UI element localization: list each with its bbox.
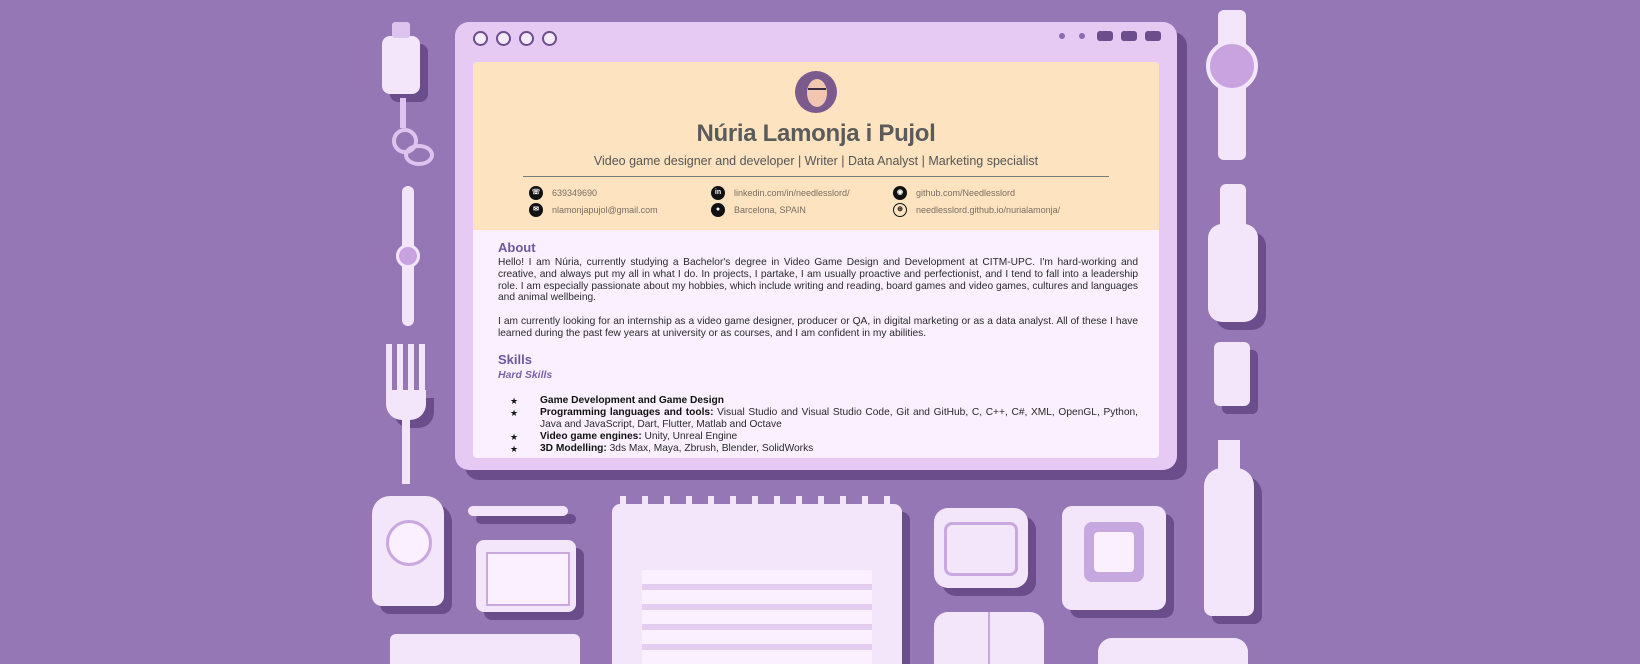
watch-illustration	[1204, 10, 1260, 160]
star-bullet-icon: ★	[510, 443, 519, 454]
list-item: ★ 3D Modelling: 3ds Max, Maya, Zbrush, Bl…	[510, 442, 814, 454]
header-divider	[523, 176, 1109, 177]
list-item: ★ Game Development and Game Design	[510, 394, 724, 406]
monitor-window: Núria Lamonja i Pujol Video game designe…	[455, 22, 1177, 470]
list-item: ★ Programming languages and tools: Visual…	[510, 406, 1138, 430]
email-icon: ✉	[529, 203, 543, 217]
contact-email-text: nlamonjapujol@gmail.com	[552, 205, 658, 215]
contact-phone-text: 639349690	[552, 188, 598, 198]
contact-linkedin[interactable]: in linkedin.com/in/needlesslord/	[711, 186, 850, 200]
contact-location: ● Barcelona, SPAIN	[711, 203, 806, 217]
cv-screen: Núria Lamonja i Pujol Video game designe…	[473, 62, 1159, 458]
contact-phone[interactable]: ☏ 639349690	[529, 186, 597, 200]
cup-illustration	[934, 508, 1028, 588]
usb-stick-illustration	[382, 22, 420, 94]
contact-linkedin-text: linkedin.com/in/needlesslord/	[734, 188, 850, 198]
hard-skills-list: ★ Game Development and Game Design ★ Progr…	[498, 395, 1138, 455]
pen-illustration	[396, 186, 420, 326]
profile-subtitle: Video game designer and developer | Writ…	[593, 154, 1039, 168]
list-item: ★ Video game engines: Unity, Unreal Engin…	[510, 430, 738, 442]
contact-github-text: github.com/Needlesslord	[916, 188, 1016, 198]
keyboard-notebook-illustration	[612, 504, 902, 664]
cv-body: About Hello! I am Núria, currently study…	[498, 240, 1138, 455]
bottle-illustration	[1208, 184, 1258, 322]
github-icon: ◉	[893, 186, 907, 200]
window-control-2[interactable]	[1121, 31, 1137, 41]
window-dot-1[interactable]	[473, 31, 488, 46]
about-paragraph-1: Hello! I am Núria, currently studying a …	[498, 257, 1138, 304]
window-dot-2[interactable]	[496, 31, 511, 46]
drink-bottle-illustration	[1204, 440, 1254, 616]
chain-cable-illustration	[386, 98, 434, 168]
star-bullet-icon: ★	[510, 407, 519, 418]
window-indicator-1	[1059, 33, 1065, 39]
window-dot-3[interactable]	[519, 31, 534, 46]
window-control-3[interactable]	[1145, 31, 1161, 41]
notebook-ring-illustration	[620, 496, 894, 516]
location-icon: ●	[711, 203, 725, 217]
gamepad-illustration	[1098, 638, 1248, 664]
window-control-1[interactable]	[1097, 31, 1113, 41]
window-indicator-2	[1079, 33, 1085, 39]
fork-illustration	[386, 344, 426, 484]
hard-skills-subheading: Hard Skills	[498, 368, 553, 381]
globe-icon: ⊕	[893, 203, 907, 217]
lighter-illustration	[1214, 342, 1250, 416]
mouse-illustration	[934, 612, 1044, 664]
star-bullet-icon: ★	[510, 431, 519, 442]
linkedin-icon: in	[711, 186, 725, 200]
box-illustration	[390, 634, 580, 664]
contact-email[interactable]: ✉ nlamonjapujol@gmail.com	[529, 203, 658, 217]
cv-header: Núria Lamonja i Pujol Video game designe…	[473, 62, 1159, 230]
about-heading: About	[498, 240, 536, 255]
phone-icon: ☏	[529, 186, 543, 200]
tablet-illustration	[476, 540, 576, 612]
avatar	[795, 71, 837, 113]
window-dot-4[interactable]	[542, 31, 557, 46]
envelope-box-illustration	[1062, 506, 1166, 610]
contact-website-text: needlesslord.github.io/nurialamonja/	[916, 205, 1061, 215]
speaker-illustration	[372, 486, 444, 606]
skills-heading: Skills	[498, 351, 532, 367]
star-bullet-icon: ★	[510, 395, 519, 406]
about-paragraph-2: I am currently looking for an internship…	[498, 316, 1138, 339]
profile-name: Núria Lamonja i Pujol	[696, 120, 936, 147]
contact-website[interactable]: ⊕ needlesslord.github.io/nurialamonja/	[893, 203, 1060, 217]
contact-location-text: Barcelona, SPAIN	[734, 205, 806, 215]
pencil-illustration	[468, 506, 576, 518]
window-titlebar	[455, 22, 1177, 62]
contact-github[interactable]: ◉ github.com/Needlesslord	[893, 186, 1015, 200]
